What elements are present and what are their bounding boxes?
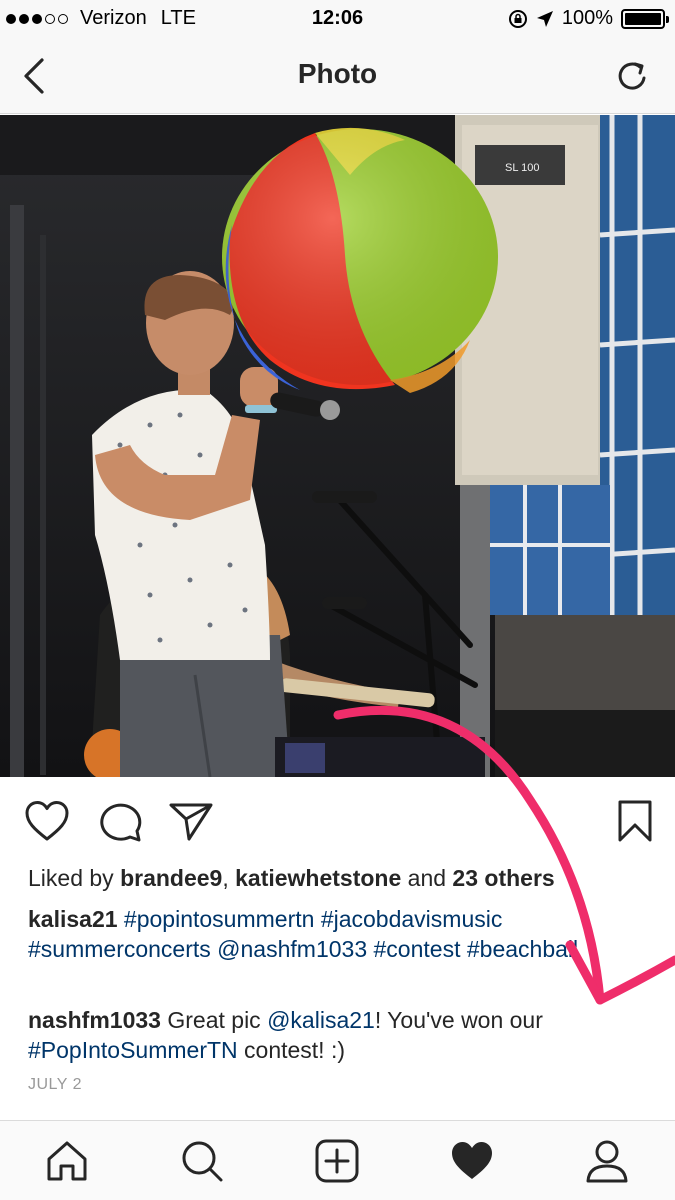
beach-ball: [222, 127, 498, 393]
comment-bubble-icon: [100, 803, 142, 842]
post-caption: kalisa21 #popintosummertn #jacobdavismus…: [28, 905, 658, 964]
status-bar: Verizon LTE 12:06 100%: [0, 0, 675, 38]
refresh-icon: [618, 62, 646, 90]
save-button[interactable]: [612, 800, 658, 842]
hashtag-link[interactable]: #beachball: [467, 936, 578, 962]
sign-text: SL 100: [505, 162, 539, 174]
liker-link[interactable]: brandee9: [120, 865, 222, 891]
mention-link[interactable]: @kalisa21: [267, 1007, 375, 1033]
comment-username[interactable]: nashfm1033: [28, 1007, 161, 1033]
caption-username[interactable]: kalisa21: [28, 906, 118, 932]
hashtag-link[interactable]: #contest: [374, 936, 461, 962]
hashtag-link[interactable]: #popintosummertn: [124, 906, 315, 932]
nav-bar: Photo: [0, 38, 675, 114]
post-photo[interactable]: SL 100: [0, 115, 675, 777]
comment-text: contest! :): [237, 1036, 346, 1063]
search-icon: [182, 1141, 223, 1182]
location-arrow-icon: [536, 10, 553, 27]
tab-bar: [0, 1120, 675, 1200]
refresh-button[interactable]: [613, 56, 653, 96]
activity-heart-icon: [452, 1142, 492, 1179]
likes-others-link[interactable]: 23 others: [452, 865, 554, 891]
add-post-icon: [315, 1139, 359, 1183]
battery-percent: 100%: [561, 7, 613, 29]
profile-icon: [586, 1140, 628, 1183]
post-actions: [0, 790, 675, 850]
likes-summary: Liked by brandee9, katiewhetstone and 23…: [28, 865, 555, 892]
tab-activity[interactable]: [450, 1139, 494, 1183]
likes-separator: ,: [222, 865, 236, 891]
post-date: JULY 2: [28, 1076, 82, 1093]
tab-profile[interactable]: [585, 1139, 629, 1183]
liker-link[interactable]: katiewhetstone: [235, 865, 401, 891]
comment-button[interactable]: [98, 800, 144, 842]
hashtag-link[interactable]: #PopIntoSummerTN: [28, 1037, 238, 1063]
tab-search[interactable]: [180, 1139, 224, 1183]
hashtag-link[interactable]: #summerconcerts: [28, 936, 211, 962]
hashtag-link[interactable]: #jacobdavismusic: [321, 906, 503, 932]
heart-outline-icon: [25, 801, 69, 841]
mention-link[interactable]: @nashfm1033: [217, 936, 367, 962]
concert-photo-illustration: SL 100: [0, 115, 675, 777]
tab-home[interactable]: [45, 1139, 89, 1183]
comment-text: ! You've won our: [374, 1007, 543, 1033]
likes-and: and: [401, 865, 453, 891]
home-icon: [47, 1141, 87, 1181]
rotation-lock-icon: [508, 9, 527, 28]
comment: nashfm1033 Great pic @kalisa21! You've w…: [28, 1006, 658, 1065]
paper-plane-icon: [169, 803, 213, 841]
likes-prefix: Liked by: [28, 865, 121, 891]
bookmark-icon: [618, 800, 652, 842]
tab-add-post[interactable]: [315, 1139, 359, 1183]
page-title: Photo: [297, 58, 378, 89]
like-button[interactable]: [24, 800, 70, 842]
share-button[interactable]: [168, 800, 214, 842]
comment-text: Great pic: [160, 1007, 268, 1033]
status-right: 100%: [508, 7, 669, 30]
battery-icon: [621, 8, 669, 29]
battery-level: [625, 12, 661, 25]
